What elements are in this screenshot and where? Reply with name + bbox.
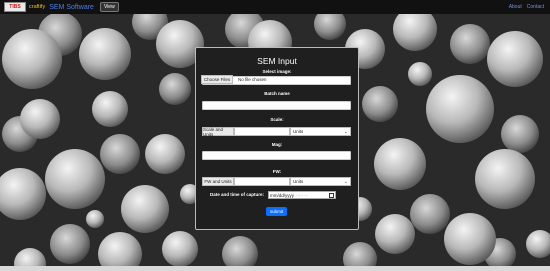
scale-units-select[interactable]: Units ⌄ — [290, 127, 351, 136]
bottom-strip — [0, 266, 550, 271]
fw-units-select-value: Units — [293, 179, 304, 184]
contact-link[interactable]: Contact — [527, 4, 544, 10]
fw-units-addon: FW and Units — [202, 177, 234, 186]
logo[interactable]: TIBS craftify — [4, 2, 45, 12]
date-input[interactable]: mm/dd/yyyy --:-- -- — [268, 191, 336, 199]
scale-label: Scale: — [270, 117, 284, 122]
select-image-label: Select image: — [262, 69, 292, 74]
app-frame: TIBS craftify SEM Software View About Co… — [0, 0, 550, 271]
fw-value-field[interactable] — [234, 177, 290, 186]
choose-files-button[interactable]: Choose Files — [201, 75, 233, 84]
batch-name-field[interactable] — [202, 101, 351, 110]
fw-label: FW: — [272, 169, 282, 174]
mag-field[interactable] — [202, 151, 351, 160]
about-link[interactable]: About — [509, 4, 522, 10]
top-navbar: TIBS craftify SEM Software View About Co… — [0, 0, 550, 14]
chevron-down-icon: ⌄ — [343, 178, 348, 185]
date-placeholder: mm/dd/yyyy — [270, 192, 295, 198]
logo-text: craftify — [29, 4, 46, 10]
scale-value-field[interactable] — [234, 127, 290, 136]
view-button[interactable]: View — [99, 2, 119, 12]
chevron-down-icon: ⌄ — [343, 128, 348, 135]
mag-label: Mag: — [271, 142, 283, 147]
fw-units-select[interactable]: Units ⌄ — [290, 177, 351, 186]
no-file-chosen-text: No file chosen — [238, 77, 267, 82]
time-placeholder: --:-- -- — [296, 192, 308, 198]
scale-units-addon: Scale and Units — [202, 127, 234, 137]
calendar-icon[interactable] — [329, 192, 334, 198]
brand-link[interactable]: SEM Software — [49, 4, 94, 11]
batch-name-label: Batch name — [264, 91, 290, 96]
scale-units-select-value: Units — [293, 129, 304, 134]
logo-badge: TIBS — [4, 2, 26, 12]
nav-links: About Contact — [509, 4, 544, 10]
submit-button[interactable]: submit — [266, 207, 287, 216]
form-title: SEM Input — [257, 56, 297, 66]
